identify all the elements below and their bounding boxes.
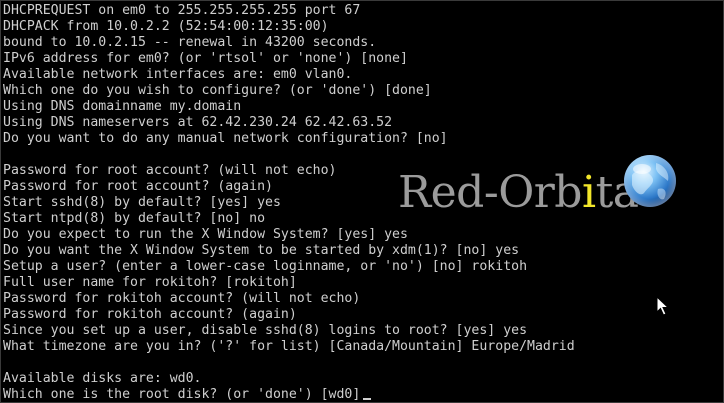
- terminal-output: DHCPREQUEST on em0 to 255.255.255.255 po…: [3, 3, 721, 402]
- terminal-line: DHCPREQUEST on em0 to 255.255.255.255 po…: [3, 3, 361, 18]
- terminal-line: Do you want to do any manual network con…: [3, 131, 448, 146]
- terminal-line: Since you set up a user, disable sshd(8)…: [3, 323, 528, 338]
- text-cursor: [363, 398, 372, 400]
- terminal-line: Which one do you wish to configure? (or …: [3, 83, 432, 98]
- terminal-line: Password for root account? (again): [3, 179, 273, 194]
- terminal-line: Using DNS domainname my.domain: [3, 99, 242, 114]
- console-screen[interactable]: DHCPREQUEST on em0 to 255.255.255.255 po…: [0, 0, 724, 403]
- terminal-line: bound to 10.0.2.15 -- renewal in 43200 s…: [3, 35, 377, 50]
- terminal-line: Do you want the X Window System to be st…: [3, 243, 520, 258]
- terminal-line: Full user name for rokitoh? [rokitoh]: [3, 275, 297, 290]
- terminal-line: Password for rokitoh account? (will not …: [3, 291, 361, 306]
- mouse-pointer-icon: [656, 296, 670, 316]
- terminal-line: Start sshd(8) by default? [yes] yes: [3, 195, 281, 210]
- terminal-line: Start ntpd(8) by default? [no] no: [3, 211, 266, 226]
- terminal-line: Do you expect to run the X Window System…: [3, 227, 408, 242]
- terminal-line: IPv6 address for em0? (or 'rtsol' or 'no…: [3, 51, 408, 66]
- terminal-line: Available disks are: wd0.: [3, 371, 202, 386]
- terminal-line: Available network interfaces are: em0 vl…: [3, 67, 353, 82]
- terminal-line: Password for root account? (will not ech…: [3, 163, 337, 178]
- terminal-line: What timezone are you in? ('?' for list)…: [3, 339, 575, 354]
- terminal-line: DHCPACK from 10.0.2.2 (52:54:00:12:35:00…: [3, 19, 329, 34]
- terminal-line: Which one is the root disk? (or 'done') …: [3, 387, 721, 402]
- terminal-line: Using DNS nameservers at 62.42.230.24 62…: [3, 115, 393, 130]
- terminal-line: Password for rokitoh account? (again): [3, 307, 297, 322]
- terminal-line: Setup a user? (enter a lower-case loginn…: [3, 259, 528, 274]
